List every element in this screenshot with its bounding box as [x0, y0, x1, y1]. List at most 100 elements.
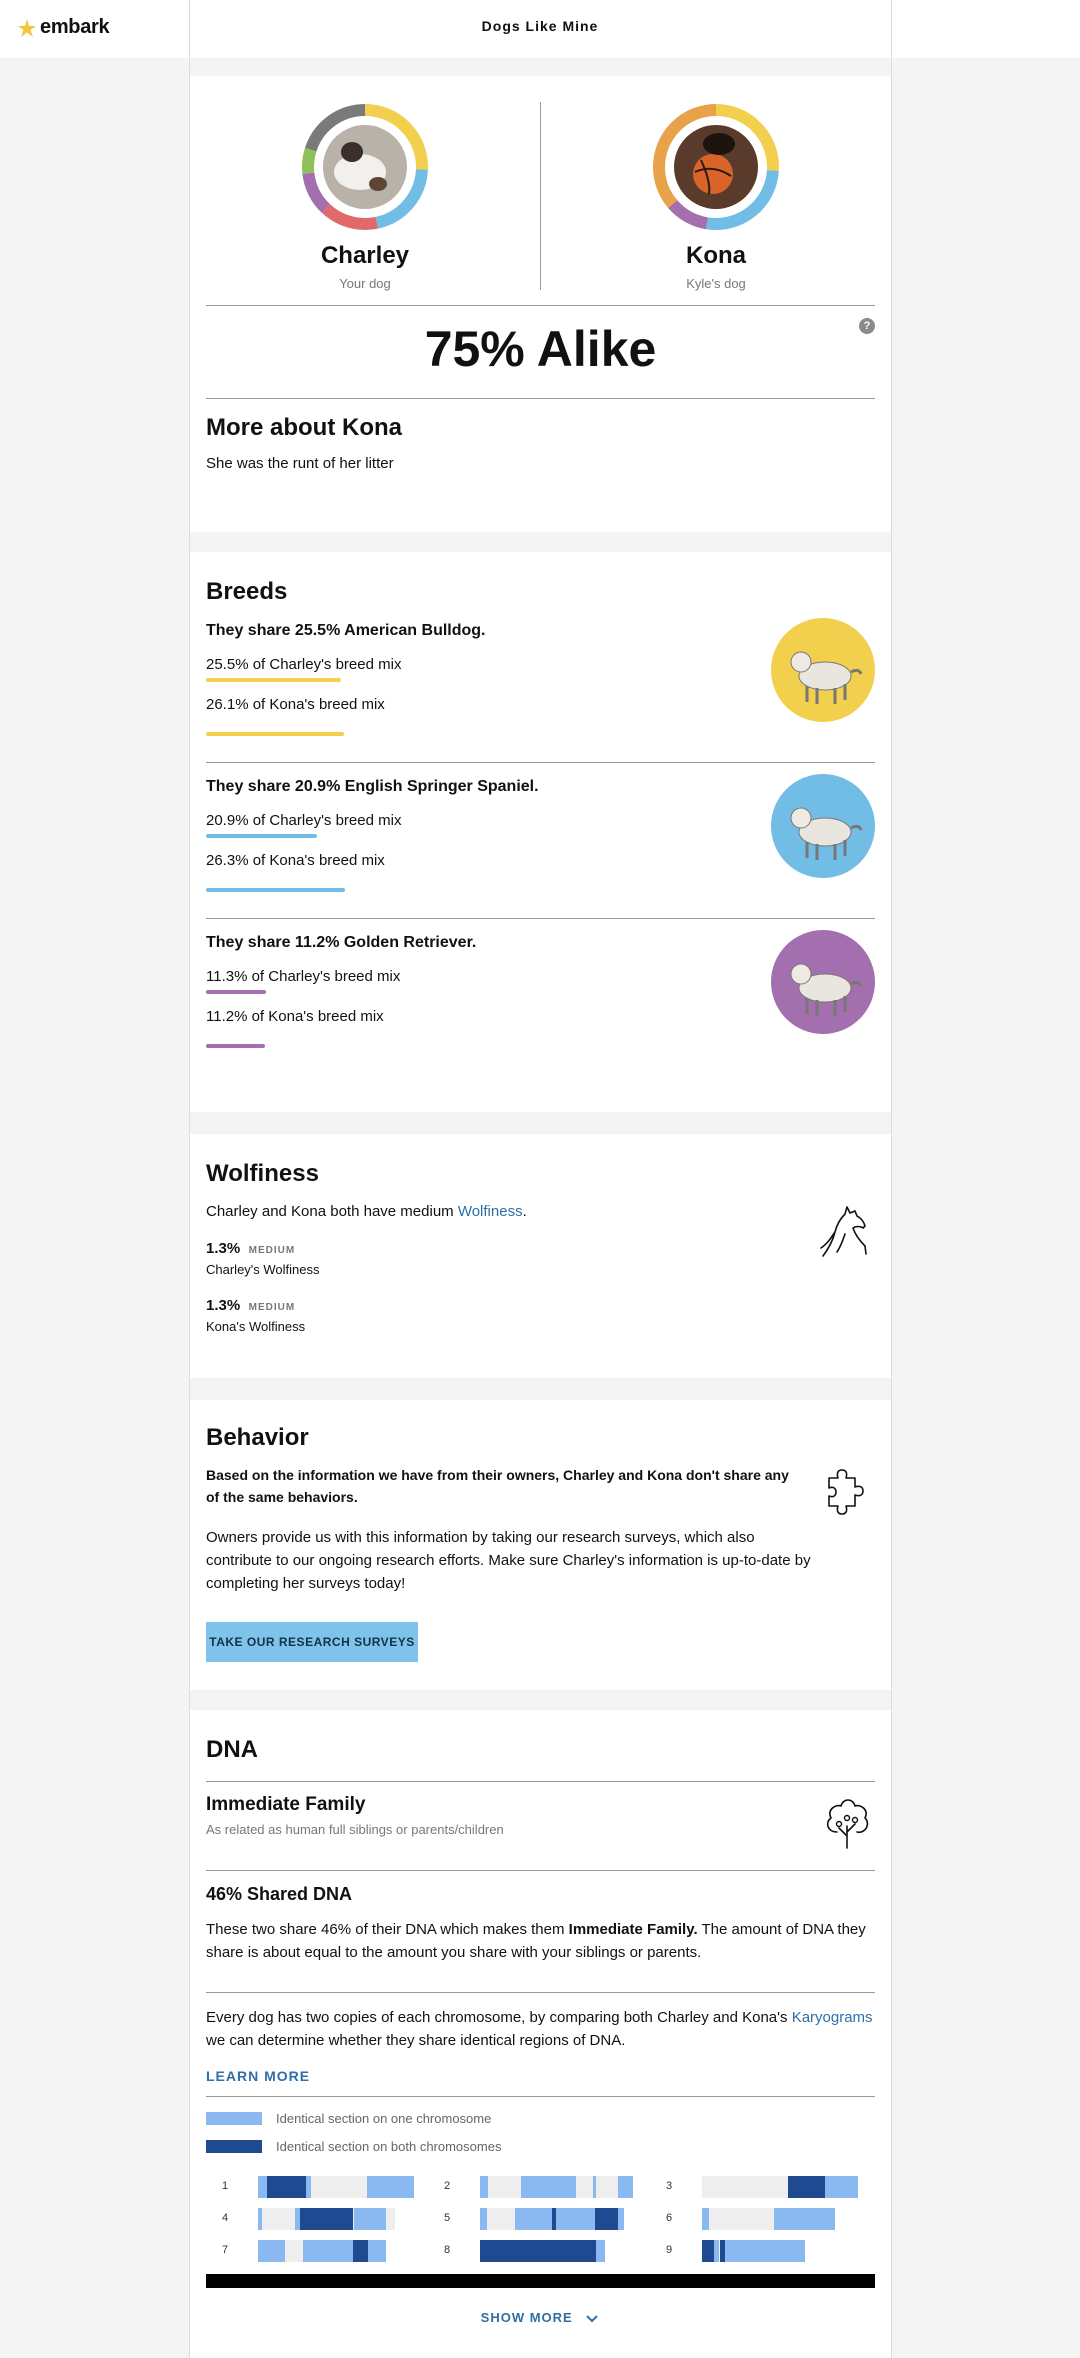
breed-row[interactable]: They share 20.9% English Springer Spanie…	[206, 774, 875, 933]
shared-dna-text: These two share 46% of their DNA which m…	[206, 1918, 875, 1964]
embark-logo[interactable]: embark	[16, 16, 110, 39]
puzzle-piece-icon	[828, 1469, 864, 1515]
chromosome-label: 2	[444, 2180, 451, 2192]
dog-owner: Your dog	[339, 276, 391, 291]
breed-row[interactable]: They share 25.5% American Bulldog. 25.5% …	[206, 618, 875, 777]
kona-breed-bar	[206, 888, 345, 892]
chromosome-track[interactable]	[702, 2240, 805, 2262]
research-survey-button[interactable]: TAKE OUR RESEARCH SURVEYS	[206, 1622, 418, 1662]
family-tree-icon	[826, 1799, 869, 1849]
karyogram-text: Every dog has two copies of each chromos…	[206, 2006, 875, 2052]
behavior-summary: Based on the information we have from th…	[206, 1467, 789, 1505]
divider	[206, 398, 875, 399]
wolfiness-text: Charley and Kona both have medium Wolfin…	[206, 1200, 875, 1223]
dog-charley[interactable]: Charley Your dog	[215, 102, 515, 291]
chromosome-track[interactable]	[258, 2176, 414, 2198]
dog-name: Kona	[686, 242, 746, 269]
shared-one-segment	[303, 2240, 353, 2262]
shared-one-segment	[258, 2208, 262, 2230]
dna-card: DNA Immediate Family As related as human…	[190, 1710, 891, 2358]
breed-ring-avatar	[651, 102, 781, 232]
wolfiness-label: Kona's Wolfiness	[206, 1319, 306, 1334]
chromosome-track[interactable]	[258, 2208, 395, 2230]
shared-one-segment	[618, 2176, 633, 2198]
shared-both-segment	[480, 2240, 596, 2262]
wolfiness-level: MEDIUM	[248, 1245, 296, 1256]
wolfiness-link[interactable]: Wolfiness	[458, 1203, 523, 1220]
divider	[206, 305, 875, 306]
divider	[206, 1781, 875, 1782]
charley-breed-pct: 11.3% of Charley's breed mix	[206, 968, 401, 985]
karyogram-text-end: we can determine whether they share iden…	[206, 2032, 626, 2049]
chromosome-track[interactable]	[480, 2240, 605, 2262]
chromosome-track[interactable]	[258, 2240, 386, 2262]
chromosome-track[interactable]	[480, 2208, 624, 2230]
about-text: She was the runt of her litter	[206, 455, 394, 472]
shared-one-segment	[702, 2208, 709, 2230]
help-icon[interactable]: ?	[859, 318, 875, 334]
divider	[206, 1992, 875, 1993]
shared-both-segment	[702, 2240, 714, 2262]
wolfiness-level: MEDIUM	[248, 1302, 296, 1313]
shared-one-segment	[480, 2208, 487, 2230]
shared-one-segment	[367, 2176, 414, 2198]
breed-title: They share 11.2% Golden Retriever.	[206, 934, 477, 951]
charley-breed-pct: 25.5% of Charley's breed mix	[206, 656, 402, 673]
chromosome-track[interactable]	[702, 2208, 835, 2230]
divider	[206, 1870, 875, 1871]
behavior-title: Behavior	[206, 1424, 309, 1451]
learn-more-link[interactable]: LEARN MORE	[206, 2068, 875, 2084]
charley-wolfiness: 1.3% MEDIUM Charley's Wolfiness	[206, 1240, 875, 1277]
wolfiness-card: Wolfiness Charley and Kona both have med…	[190, 1134, 891, 1378]
page-title: Dogs Like Mine	[481, 18, 599, 34]
legend-swatch-one	[206, 2112, 262, 2125]
vertical-divider	[540, 102, 541, 290]
chromosome-label: 4	[222, 2212, 229, 2224]
dog-name: Charley	[320, 242, 410, 269]
charley-avatar	[302, 104, 428, 230]
shared-dna-title: 46% Shared DNA	[206, 1884, 353, 1904]
shared-one-segment	[774, 2208, 835, 2230]
shared-one-segment	[258, 2176, 267, 2198]
wolfiness-text-end: .	[522, 1203, 527, 1220]
chromosome-label: 8	[444, 2244, 451, 2256]
wolfiness-label: Charley's Wolfiness	[206, 1262, 320, 1277]
shared-one-segment	[258, 2240, 285, 2262]
shared-dna-text-start: These two share 46% of their DNA which m…	[206, 1921, 569, 1938]
kona-breed-bar	[206, 732, 344, 736]
legend-swatch-both	[206, 2140, 262, 2153]
chromosome-track[interactable]	[480, 2176, 633, 2198]
shared-one-segment	[725, 2240, 805, 2262]
relationship-bold: Immediate Family.	[568, 1921, 698, 1938]
shared-one-segment	[714, 2240, 719, 2262]
legend-label-one: Identical section on one chromosome	[276, 2111, 492, 2126]
wolfiness-value: 1.3%	[206, 1240, 241, 1257]
charley-breed-bar	[206, 990, 266, 994]
wolfiness-value: 1.3%	[206, 1297, 241, 1314]
dog-kona[interactable]: Kona Kyle's dog	[566, 102, 866, 291]
behavior-text: Owners provide us with this information …	[206, 1529, 811, 1592]
chromosome-label: 3	[666, 2180, 673, 2192]
chromosome-label: 7	[222, 2244, 229, 2256]
karyogram-scroll-bar[interactable]	[206, 2274, 875, 2288]
shared-one-segment	[354, 2208, 386, 2230]
shared-one-segment	[596, 2240, 605, 2262]
kona-wolfiness: 1.3% MEDIUM Kona's Wolfiness	[206, 1297, 875, 1334]
relationship-title: Immediate Family	[206, 1794, 366, 1815]
wolfiness-text-start: Charley and Kona both have medium	[206, 1203, 458, 1220]
shared-both-segment	[267, 2176, 306, 2198]
divider	[206, 918, 875, 919]
breed-ring-avatar	[300, 102, 430, 232]
breed-title: They share 25.5% American Bulldog.	[206, 622, 486, 639]
divider	[206, 2096, 875, 2097]
chromosome-label: 1	[222, 2180, 229, 2192]
show-more-button[interactable]: SHOW MORE	[0, 2310, 1080, 2325]
breed-row[interactable]: They share 11.2% Golden Retriever. 11.3% …	[206, 930, 875, 1089]
chromosome-track[interactable]	[702, 2176, 858, 2198]
brand-name: embark	[40, 16, 110, 38]
shared-one-segment	[556, 2208, 595, 2230]
karyogram-text-start: Every dog has two copies of each chromos…	[206, 2009, 792, 2026]
karyograms-link[interactable]: Karyograms	[792, 2009, 873, 2026]
chevron-down-icon	[586, 2314, 599, 2322]
charley-breed-bar	[206, 834, 317, 838]
